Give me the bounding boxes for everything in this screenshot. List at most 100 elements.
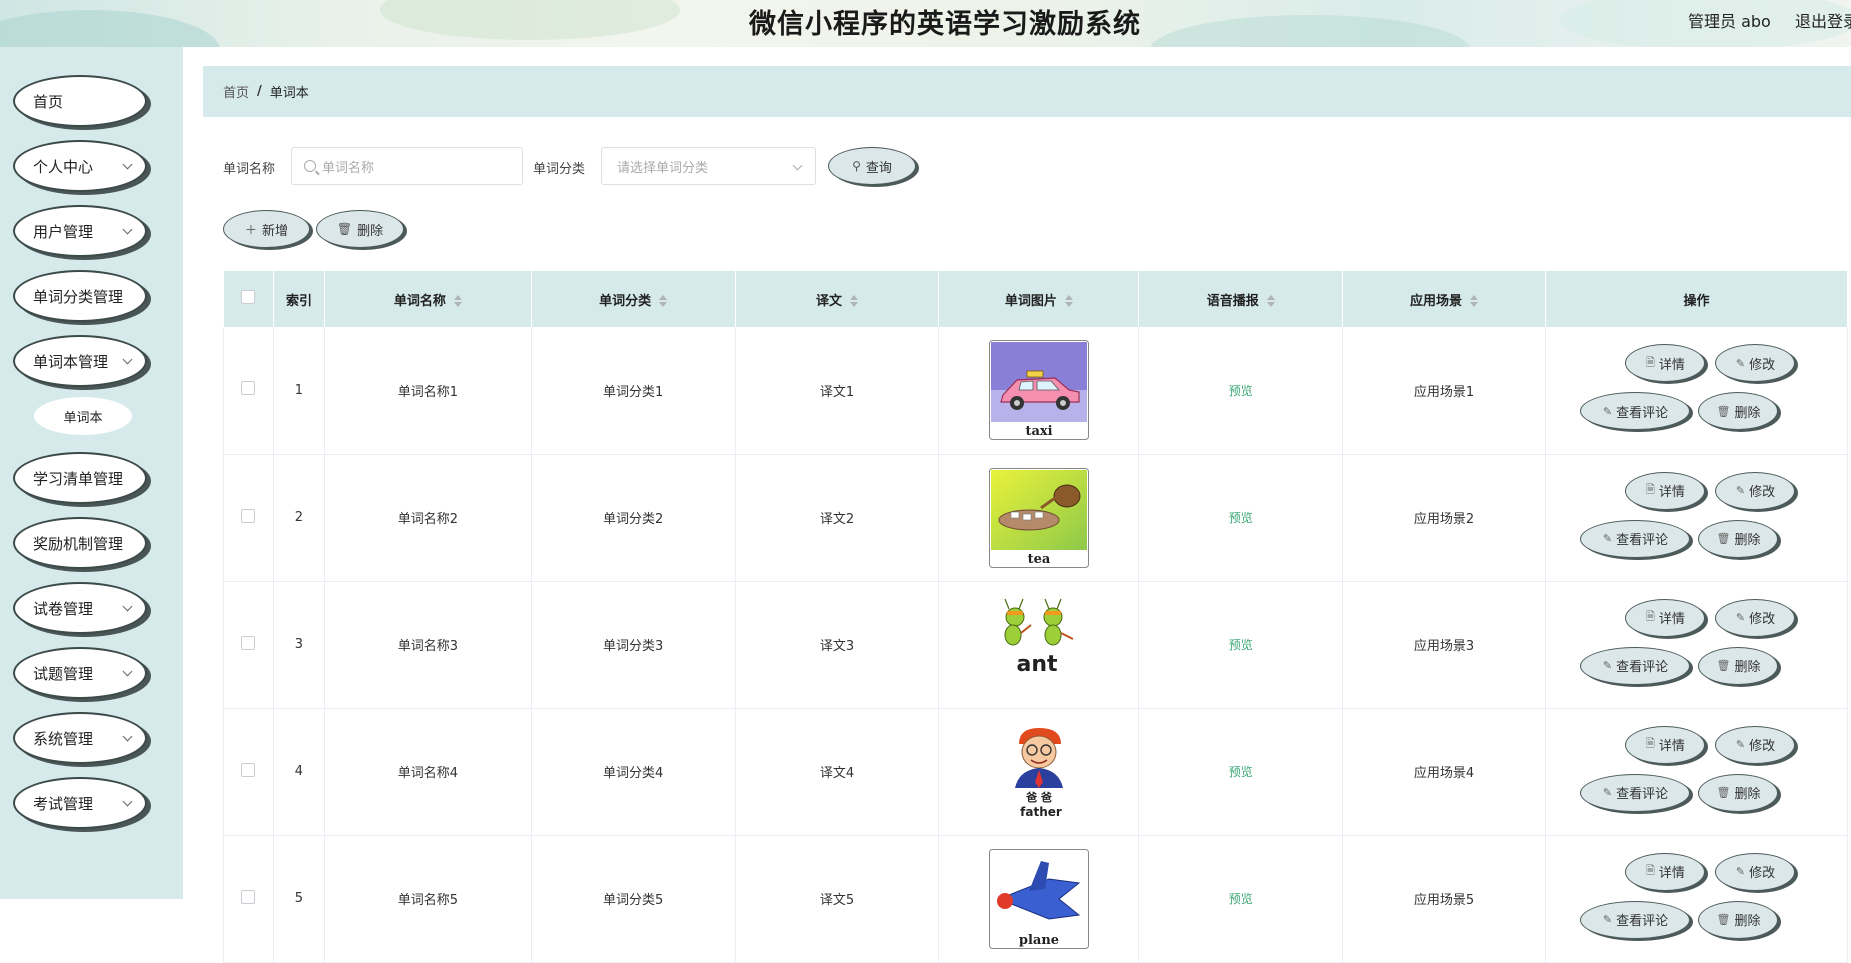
- sidebar-item-question[interactable]: 试题管理: [13, 647, 147, 699]
- col-audio[interactable]: 语音播报: [1138, 271, 1344, 327]
- detail-button-label: 详情: [1658, 866, 1685, 881]
- row-translation: 译文2: [735, 454, 940, 582]
- sidebar-subitem-wordbook[interactable]: 单词本: [34, 397, 132, 435]
- query-button[interactable]: ⚲ 查询: [828, 147, 916, 185]
- view-comments-button[interactable]: ✎ 查看评论: [1580, 900, 1691, 939]
- detail-button[interactable]: 🗎 详情: [1625, 852, 1706, 891]
- row-audio-cell: 预览: [1138, 708, 1344, 836]
- sidebar-item-paper[interactable]: 试卷管理: [13, 582, 147, 634]
- delete-button[interactable]: 🗑 删除: [1698, 900, 1779, 939]
- sidebar-item-reward[interactable]: 奖励机制管理: [13, 517, 147, 569]
- detail-button[interactable]: 🗎 详情: [1625, 598, 1706, 637]
- sidebar-item-wordbook-management[interactable]: 单词本管理: [13, 335, 147, 387]
- edit-button[interactable]: ✎ 修改: [1715, 344, 1796, 383]
- sort-icon[interactable]: [659, 295, 668, 307]
- delete-button[interactable]: 🗑 删除: [1698, 519, 1779, 558]
- view-comments-button[interactable]: ✎ 查看评论: [1580, 392, 1691, 431]
- word-name-input[interactable]: 单词名称: [291, 147, 523, 185]
- row-checkbox[interactable]: [241, 889, 256, 904]
- chevron-down-icon: [792, 160, 803, 171]
- sidebar-item-home[interactable]: 首页: [13, 75, 147, 127]
- sidebar-item-label: 用户管理: [33, 222, 94, 241]
- row-word-category: 单词分类2: [531, 454, 736, 582]
- pencil-icon: ✎: [1735, 611, 1746, 624]
- delete-button[interactable]: 🗑 删除: [1698, 773, 1779, 812]
- word-image-taxi[interactable]: taxi: [988, 340, 1089, 441]
- col-image[interactable]: 单词图片: [938, 271, 1140, 327]
- col-word-category[interactable]: 单词分类: [531, 271, 736, 327]
- delete-button-label: 删除: [1734, 660, 1761, 675]
- delete-button-label: 删除: [1734, 787, 1761, 802]
- chevron-down-icon: [122, 731, 133, 742]
- sidebar-item-system[interactable]: 系统管理: [13, 712, 147, 764]
- col-actions: 操作: [1545, 271, 1849, 327]
- sort-icon[interactable]: [1470, 295, 1479, 307]
- row-actions: 🗎 详情 ✎ 修改 ✎ 查看评论 🗑 删除: [1545, 581, 1849, 709]
- view-comments-label: 查看评论: [1616, 914, 1669, 929]
- row-word-category: 单词分类4: [531, 708, 736, 836]
- sidebar-item-personal-center[interactable]: 个人中心: [13, 140, 147, 192]
- word-image-ant[interactable]: ant: [988, 594, 1089, 695]
- col-translation[interactable]: 译文: [735, 271, 940, 327]
- view-comments-button[interactable]: ✎ 查看评论: [1580, 773, 1691, 812]
- row-checkbox[interactable]: [241, 762, 256, 777]
- col-audio-label: 语音播报: [1206, 293, 1259, 309]
- pencil-icon: ✎: [1735, 865, 1746, 878]
- audio-preview-link[interactable]: 预览: [1229, 511, 1253, 525]
- audio-preview-link[interactable]: 预览: [1229, 384, 1253, 398]
- edit-button[interactable]: ✎ 修改: [1715, 725, 1796, 764]
- delete-button[interactable]: 🗑 删除: [1698, 646, 1779, 685]
- detail-button[interactable]: 🗎 详情: [1625, 471, 1706, 510]
- document-icon: 🗎: [1646, 864, 1655, 877]
- sidebar-item-user-management[interactable]: 用户管理: [13, 205, 147, 257]
- row-checkbox[interactable]: [241, 508, 256, 523]
- edit-button[interactable]: ✎ 修改: [1715, 471, 1796, 510]
- row-select-cell: [223, 454, 274, 582]
- view-comments-label: 查看评论: [1616, 533, 1669, 548]
- top-header: 微信小程序的英语学习激励系统 管理员 abo 退出登录: [0, 0, 1851, 47]
- word-image-father[interactable]: 爸 爸 father: [988, 721, 1089, 822]
- logout-link[interactable]: 退出登录: [1795, 8, 1851, 32]
- pencil-icon: ✎: [1735, 484, 1746, 497]
- search-icon: ⚲: [852, 159, 861, 173]
- audio-preview-link[interactable]: 预览: [1229, 892, 1253, 906]
- audio-preview-link[interactable]: 预览: [1229, 638, 1253, 652]
- row-word-category: 单词分类1: [531, 327, 736, 455]
- select-all-checkbox[interactable]: [241, 290, 256, 304]
- col-word-name[interactable]: 单词名称: [324, 271, 532, 327]
- edit-button-label: 修改: [1749, 612, 1776, 627]
- sort-icon[interactable]: [1064, 295, 1073, 307]
- batch-delete-button[interactable]: 🗑 删除: [316, 210, 404, 248]
- row-checkbox[interactable]: [241, 381, 256, 396]
- sort-icon[interactable]: [1266, 295, 1275, 307]
- row-word-name: 单词名称4: [324, 708, 532, 836]
- edit-button-label: 修改: [1749, 485, 1776, 500]
- detail-button[interactable]: 🗎 详情: [1625, 344, 1706, 383]
- audio-preview-link[interactable]: 预览: [1229, 765, 1253, 779]
- row-audio-cell: 预览: [1138, 454, 1344, 582]
- col-scene[interactable]: 应用场景: [1342, 271, 1546, 327]
- chevron-down-icon: [122, 354, 133, 365]
- view-comments-label: 查看评论: [1616, 787, 1669, 802]
- edit-button[interactable]: ✎ 修改: [1715, 598, 1796, 637]
- detail-button[interactable]: 🗎 详情: [1625, 725, 1706, 764]
- sidebar-item-exam[interactable]: 考试管理: [13, 777, 147, 829]
- view-comments-button[interactable]: ✎ 查看评论: [1580, 519, 1691, 558]
- add-button[interactable]: ＋ 新增: [223, 210, 310, 248]
- word-category-select[interactable]: 请选择单词分类: [601, 147, 816, 185]
- row-actions: 🗎 详情 ✎ 修改 ✎ 查看评论 🗑 删除: [1545, 708, 1849, 836]
- row-actions: 🗎 详情 ✎ 修改 ✎ 查看评论 🗑 删除: [1545, 454, 1849, 582]
- breadcrumb-home[interactable]: 首页: [223, 82, 249, 101]
- col-image-label: 单词图片: [1004, 293, 1057, 309]
- sidebar-item-study-list[interactable]: 学习清单管理: [13, 452, 147, 504]
- view-comments-button[interactable]: ✎ 查看评论: [1580, 646, 1691, 685]
- sidebar-item-word-category[interactable]: 单词分类管理: [13, 270, 147, 322]
- sort-icon[interactable]: [850, 295, 858, 307]
- delete-button[interactable]: 🗑 删除: [1698, 392, 1779, 431]
- edit-button[interactable]: ✎ 修改: [1715, 852, 1796, 891]
- word-image-tea[interactable]: tea: [988, 467, 1089, 568]
- row-checkbox[interactable]: [241, 635, 256, 650]
- sort-icon[interactable]: [453, 295, 462, 307]
- delete-button-label: 删除: [1734, 533, 1761, 548]
- query-button-label: 查询: [865, 160, 892, 176]
